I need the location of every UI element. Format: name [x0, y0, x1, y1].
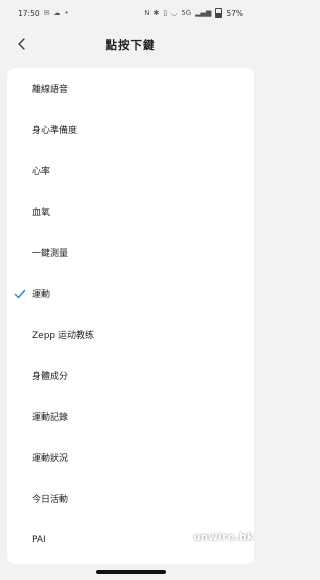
option-item[interactable]: 身體成分 — [7, 355, 254, 396]
checkmark-icon — [14, 289, 26, 298]
option-label: PAI — [32, 534, 46, 545]
battery-percent: 57% — [226, 8, 243, 18]
wifi-icon: ◡ — [171, 9, 178, 17]
page-title: 點按下鍵 — [105, 38, 156, 52]
option-label: 身體成分 — [32, 372, 69, 382]
dot-icon: • — [64, 9, 69, 17]
option-item[interactable]: 離線語音 — [7, 68, 254, 109]
status-right: N ✱ ▯ ◡ 5G ▂▄▆ 57% — [144, 8, 243, 18]
message-icon: ✉ — [43, 9, 50, 17]
option-label: 運動記錄 — [32, 413, 69, 423]
option-item[interactable]: 身心準備度 — [7, 109, 254, 150]
signal-icon: ▂▄▆ — [195, 9, 212, 17]
option-item[interactable]: 運動記錄 — [7, 396, 254, 437]
option-label: 心率 — [32, 167, 51, 177]
home-indicator[interactable] — [95, 570, 166, 574]
option-label: 離線語音 — [32, 85, 69, 95]
option-label: 運動 — [32, 290, 51, 300]
nfc-icon: N — [144, 9, 150, 17]
vibrate-icon: ▯ — [163, 9, 168, 17]
option-label: 血氧 — [32, 208, 51, 218]
option-item[interactable]: Zepp 运动教练 — [7, 314, 254, 355]
battery-icon — [215, 8, 223, 18]
option-item[interactable]: 血氧 — [7, 191, 254, 232]
option-item[interactable]: 心率 — [7, 150, 254, 191]
options-card: 離線語音身心準備度心率血氧一鍵測量運動 Zepp 运动教练 身體成分運動記錄運動狀況… — [7, 68, 254, 564]
option-label: 一鍵測量 — [32, 249, 69, 259]
status-left: 17:50 ✉ ☁ • — [18, 9, 69, 18]
option-item[interactable]: 運動狀況 — [7, 437, 254, 478]
option-item[interactable]: 一鍵測量 — [7, 232, 254, 273]
header: 點按下鍵 — [0, 26, 261, 64]
screen: 17:50 ✉ ☁ • N ✱ ▯ ◡ 5G ▂▄▆ 57% 點按下鍵 離線語音… — [0, 0, 261, 580]
options-list: 離線語音身心準備度心率血氧一鍵測量運動 Zepp 运动教练 身體成分運動記錄運動狀況… — [7, 68, 254, 560]
option-label: Zepp 运动教练 — [32, 331, 94, 341]
option-item[interactable]: 運動 — [7, 273, 254, 314]
option-label: 運動狀況 — [32, 454, 69, 464]
status-bar: 17:50 ✉ ☁ • N ✱ ▯ ◡ 5G ▂▄▆ 57% — [0, 0, 261, 26]
option-item[interactable]: 今日活動 — [7, 478, 254, 519]
network-label: 5G — [181, 9, 192, 17]
chevron-left-icon — [18, 38, 25, 50]
option-label: 今日活動 — [32, 495, 69, 505]
bluetooth-icon: ✱ — [153, 9, 160, 17]
status-time: 17:50 — [18, 8, 40, 18]
option-label: 身心準備度 — [32, 126, 78, 136]
back-button[interactable] — [10, 32, 34, 56]
watermark: unwire.hk — [193, 532, 254, 543]
cloud-icon: ☁ — [53, 9, 61, 17]
